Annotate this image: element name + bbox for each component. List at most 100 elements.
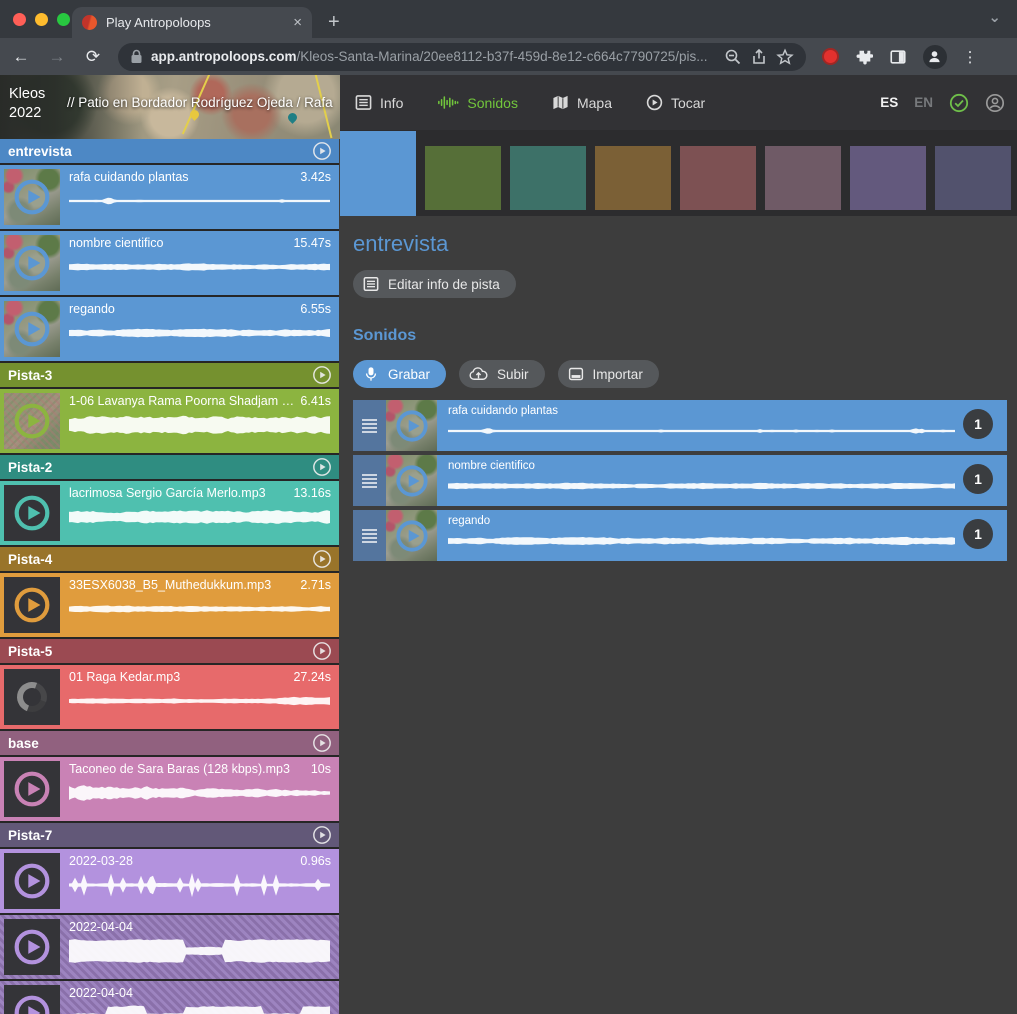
back-button[interactable]: ← <box>10 47 32 67</box>
sound-row[interactable]: 2022-04-04 <box>0 981 339 1014</box>
sound-row[interactable]: 33ESX6038_B5_Muthedukkum.mp3 2.71s <box>0 573 339 637</box>
track-header[interactable]: base <box>0 731 339 755</box>
track-play-icon[interactable] <box>312 141 332 161</box>
sound-thumbnail[interactable] <box>4 577 60 633</box>
play-icon[interactable] <box>13 402 51 440</box>
sound-row[interactable]: 01 Raga Kedar.mp3 27.24s <box>0 665 339 729</box>
sound-thumbnail[interactable] <box>4 235 60 291</box>
reload-button[interactable]: ⟳ <box>82 47 104 67</box>
bookmark-star-icon[interactable] <box>776 48 794 66</box>
play-icon[interactable] <box>395 519 429 553</box>
play-icon[interactable] <box>395 409 429 443</box>
track-swatch[interactable] <box>425 146 501 210</box>
sound-row[interactable]: 2022-04-04 <box>0 915 339 979</box>
sound-row[interactable]: rafa cuidando plantas 3.42s <box>0 165 339 229</box>
sound-thumbnail[interactable] <box>386 400 437 451</box>
drag-handle[interactable] <box>353 510 386 561</box>
sound-thumbnail[interactable] <box>4 919 60 975</box>
sound-thumbnail[interactable] <box>386 455 437 506</box>
url-bar[interactable]: app.antropoloops.com/Kleos-Santa-Marina/… <box>118 43 806 71</box>
track-swatch[interactable] <box>935 146 1011 210</box>
play-icon[interactable] <box>13 244 51 282</box>
nav-item-mapa[interactable]: Mapa <box>552 94 612 111</box>
track-play-icon[interactable] <box>312 457 332 477</box>
sound-thumbnail[interactable] <box>4 301 60 357</box>
track-swatch-selected[interactable] <box>340 131 416 216</box>
track-play-icon[interactable] <box>312 365 332 385</box>
nav-item-tocar[interactable]: Tocar <box>646 94 705 111</box>
browser-menu-icon[interactable]: ⋮ <box>963 48 975 66</box>
window-close-button[interactable] <box>13 13 26 26</box>
recording-extension-icon[interactable] <box>822 48 839 65</box>
lang-es-button[interactable]: ES <box>880 95 898 110</box>
side-panel-icon[interactable] <box>889 48 907 66</box>
sound-thumbnail[interactable] <box>4 393 60 449</box>
panel-sound-row[interactable]: rafa cuidando plantas 1 <box>353 400 1007 451</box>
profile-avatar[interactable] <box>923 45 947 69</box>
play-icon[interactable] <box>13 928 51 966</box>
sound-row[interactable]: Taconeo de Sara Baras (128 kbps).mp3 10s <box>0 757 339 821</box>
nav-item-info[interactable]: Info <box>355 94 403 111</box>
window-minimize-button[interactable] <box>35 13 48 26</box>
new-tab-button[interactable]: + <box>328 8 340 36</box>
play-icon[interactable] <box>13 178 51 216</box>
track-swatch[interactable] <box>680 146 756 210</box>
play-icon[interactable] <box>13 994 51 1014</box>
panel-sound-row[interactable]: regando 1 <box>353 510 1007 561</box>
account-icon[interactable] <box>985 93 1005 113</box>
play-icon[interactable] <box>13 862 51 900</box>
play-icon[interactable] <box>13 494 51 532</box>
nav-item-sonidos[interactable]: Sonidos <box>437 94 518 111</box>
track-header[interactable]: entrevista <box>0 139 339 163</box>
track-swatch[interactable] <box>510 146 586 210</box>
track-play-icon[interactable] <box>312 825 332 845</box>
sound-thumbnail[interactable] <box>4 485 60 541</box>
zoom-icon[interactable] <box>724 48 742 66</box>
track-play-icon[interactable] <box>312 641 332 661</box>
sound-thumbnail[interactable] <box>4 761 60 817</box>
tab-search-chevron-icon[interactable]: ⌄ <box>988 8 1001 26</box>
track-swatch[interactable] <box>850 146 926 210</box>
upload-button[interactable]: Subir <box>459 360 545 388</box>
sound-row[interactable]: regando 6.55s <box>0 297 339 361</box>
track-header[interactable]: Pista-7 <box>0 823 339 847</box>
panel-sound-row[interactable]: nombre cientifico 1 <box>353 455 1007 506</box>
sound-thumbnail[interactable] <box>4 169 60 225</box>
sound-row[interactable]: 2022-03-28 0.96s <box>0 849 339 913</box>
sound-thumbnail[interactable] <box>4 669 60 725</box>
sound-thumbnail[interactable] <box>386 510 437 561</box>
track-header[interactable]: Pista-2 <box>0 455 339 479</box>
window-zoom-button[interactable] <box>57 13 70 26</box>
browser-tab[interactable]: Play Antropoloops × <box>72 7 312 38</box>
extensions-puzzle-icon[interactable] <box>855 48 873 66</box>
sound-duration: 13.16s <box>293 486 331 500</box>
tab-close-icon[interactable]: × <box>293 14 302 31</box>
sound-thumbnail[interactable] <box>4 985 60 1014</box>
sound-row[interactable]: lacrimosa Sergio García Merlo.mp3 13.16s <box>0 481 339 545</box>
track-swatch[interactable] <box>765 146 841 210</box>
record-button[interactable]: Grabar <box>353 360 446 388</box>
forward-button[interactable]: → <box>46 47 68 67</box>
track-swatch[interactable] <box>595 146 671 210</box>
lang-en-button[interactable]: EN <box>914 95 933 110</box>
track-header[interactable]: Pista-3 <box>0 363 339 387</box>
drag-handle[interactable] <box>353 455 386 506</box>
drag-handle[interactable] <box>353 400 386 451</box>
share-icon[interactable] <box>750 48 768 66</box>
sound-thumbnail[interactable] <box>4 853 60 909</box>
play-icon[interactable] <box>13 770 51 808</box>
sound-row[interactable]: 1-06 Lavanya Rama Poorna Shadjam Rupak..… <box>0 389 339 453</box>
sync-check-icon[interactable] <box>949 93 969 113</box>
import-button[interactable]: Importar <box>558 360 659 388</box>
edit-track-info-button[interactable]: Editar info de pista <box>353 270 516 298</box>
play-icon[interactable] <box>395 464 429 498</box>
track-play-icon[interactable] <box>312 733 332 753</box>
sound-duration: 2.71s <box>300 578 331 592</box>
track-header[interactable]: Pista-5 <box>0 639 339 663</box>
play-icon[interactable] <box>13 586 51 624</box>
play-icon[interactable] <box>13 310 51 348</box>
track-play-icon[interactable] <box>312 549 332 569</box>
track-header[interactable]: Pista-4 <box>0 547 339 571</box>
app-logo[interactable]: Kleos 2022 <box>9 85 45 123</box>
sound-row[interactable]: nombre cientifico 15.47s <box>0 231 339 295</box>
